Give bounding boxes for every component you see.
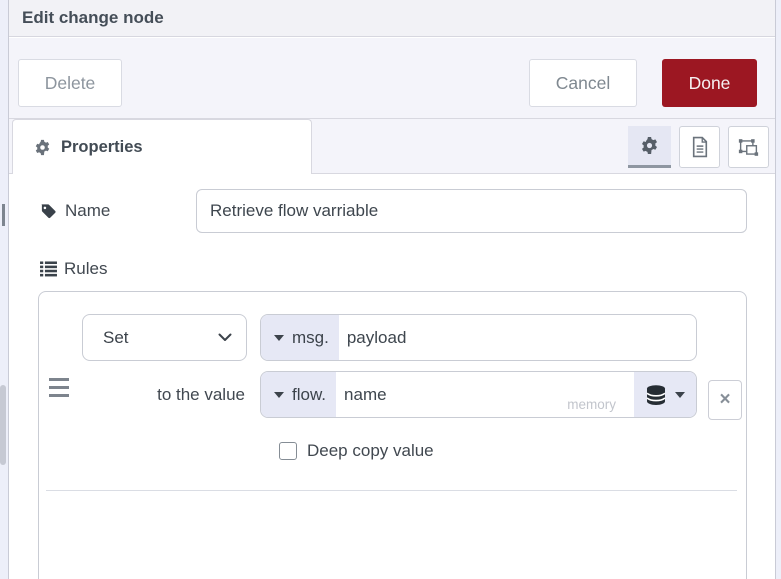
done-button[interactable]: Done <box>662 59 757 107</box>
action-row: Delete Cancel Done <box>9 38 775 118</box>
page-title: Edit change node <box>22 8 164 27</box>
rules-label-row: Rules <box>40 258 107 280</box>
properties-panel: Name Rules <box>9 174 775 579</box>
name-input[interactable] <box>196 189 747 233</box>
rule-property-input[interactable] <box>338 315 696 360</box>
rule-value-type-button[interactable]: flow. <box>261 372 337 417</box>
remove-rule-button[interactable]: × <box>708 380 742 420</box>
rules-list: Set msg. payload to the value flow. name… <box>38 291 747 579</box>
to-the-value-label: to the value <box>157 385 245 404</box>
triangle-down-icon <box>274 391 284 398</box>
database-icon <box>645 384 667 405</box>
tab-properties[interactable]: Properties <box>12 119 312 174</box>
rule-value-typedinput: flow. memory <box>260 371 697 418</box>
list-icon <box>40 261 57 277</box>
rule-action-value: Set <box>103 327 129 347</box>
appearance-icon <box>738 137 759 158</box>
appearance-icon-button[interactable] <box>728 126 769 168</box>
rule-property-type-label: msg. <box>292 327 329 347</box>
gear-icon <box>640 136 659 155</box>
cancel-button[interactable]: Cancel <box>529 59 637 107</box>
scrollbar-thumb[interactable] <box>2 204 5 226</box>
tab-properties-label: Properties <box>61 137 143 156</box>
rules-label: Rules <box>64 259 108 278</box>
rule-separator <box>46 490 737 491</box>
deep-copy-checkbox[interactable] <box>279 442 297 460</box>
tab-bar: Properties <box>9 118 775 174</box>
context-store-button[interactable] <box>634 372 696 417</box>
edit-tray: Edit change node Delete Cancel Done Prop… <box>9 0 775 579</box>
rule-property-typedinput: msg. <box>260 314 697 361</box>
triangle-down-icon <box>675 391 685 398</box>
rule-action-select[interactable]: Set <box>82 314 247 361</box>
deep-copy-label: Deep copy value <box>307 441 434 460</box>
tray-header: Edit change node <box>9 0 775 37</box>
rule-item: Set msg. payload to the value flow. name… <box>39 292 746 491</box>
rule-value-type-label: flow. <box>292 384 327 404</box>
triangle-down-icon <box>274 334 284 341</box>
scrollbar-thumb[interactable] <box>0 385 6 465</box>
properties-icon-button[interactable] <box>628 126 671 168</box>
rule-value-input[interactable] <box>336 372 634 417</box>
name-label: Name <box>65 201 111 220</box>
description-icon-button[interactable] <box>679 126 720 168</box>
document-icon <box>691 136 709 158</box>
chevron-down-icon <box>218 333 232 342</box>
edit-change-node-dialog: Edit change node Delete Cancel Done Prop… <box>0 0 781 579</box>
gear-icon <box>34 139 51 156</box>
name-label-row: Name <box>40 200 110 222</box>
rule-property-type-button[interactable]: msg. <box>261 315 339 360</box>
tag-icon <box>40 203 57 220</box>
workspace-right-strip <box>775 0 781 579</box>
workspace-left-strip <box>0 0 9 579</box>
deep-copy-row: Deep copy value <box>279 438 434 464</box>
drag-handle[interactable] <box>49 378 69 398</box>
delete-button[interactable]: Delete <box>18 59 122 107</box>
